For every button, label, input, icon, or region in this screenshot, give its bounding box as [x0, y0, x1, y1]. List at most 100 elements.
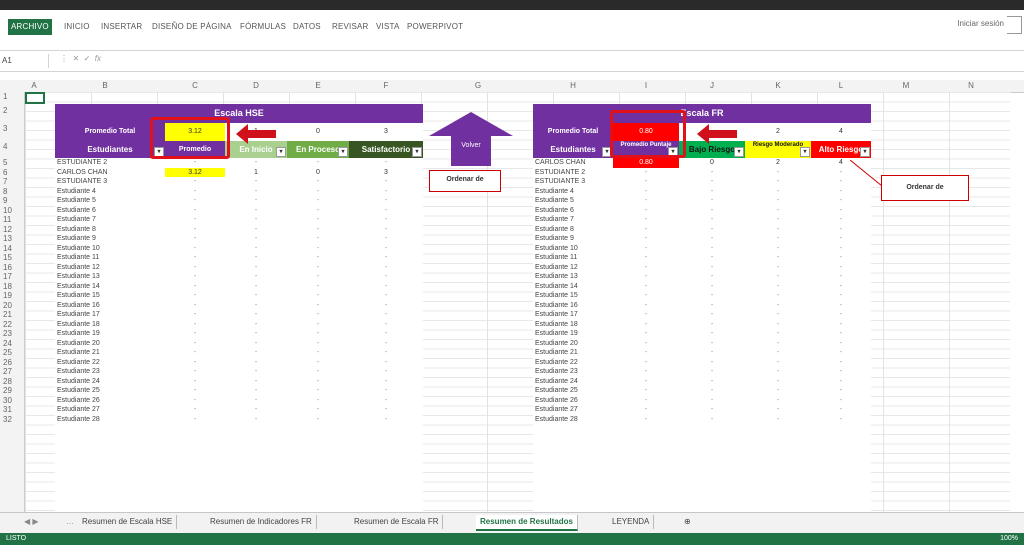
table-cell[interactable]: - [287, 177, 349, 187]
table-cell[interactable]: - [349, 263, 423, 273]
table-cell[interactable]: - [165, 272, 225, 282]
table-cell[interactable]: - [165, 206, 225, 216]
table-cell[interactable]: - [811, 329, 871, 339]
table-cell[interactable]: - [811, 405, 871, 415]
table-cell[interactable]: - [745, 358, 811, 368]
sheet-tab[interactable]: LEYENDA [608, 515, 655, 529]
table-row[interactable]: Estudiante 15- - - - [55, 291, 423, 301]
table-cell[interactable]: - [613, 348, 679, 358]
table-cell[interactable]: - [225, 405, 287, 415]
table-cell[interactable]: - [225, 291, 287, 301]
row-header[interactable]: 2 [0, 106, 27, 115]
table-cell[interactable]: - [613, 272, 679, 282]
table-row[interactable]: CARLOS CHAN 0 2 4 [533, 158, 871, 168]
table-cell[interactable]: - [679, 377, 745, 387]
sheet-tab[interactable]: Resumen de Escala FR [350, 515, 444, 529]
table-row[interactable]: Estudiante 26- - - - [55, 396, 423, 406]
table-cell[interactable]: - [613, 358, 679, 368]
table-cell[interactable]: - [287, 386, 349, 396]
table-row[interactable]: Estudiante 12- - - - [533, 263, 871, 273]
row-header[interactable]: 11 [0, 215, 27, 224]
table-cell[interactable]: - [165, 187, 225, 197]
table-row[interactable]: Estudiante 18- - - - [533, 320, 871, 330]
table-cell[interactable]: - [679, 301, 745, 311]
table-cell[interactable]: - [679, 310, 745, 320]
table-cell[interactable]: - [811, 234, 871, 244]
table-cell[interactable]: - [679, 348, 745, 358]
table-cell[interactable]: - [613, 396, 679, 406]
table-cell[interactable]: - [811, 415, 871, 425]
table-cell[interactable]: - [225, 415, 287, 425]
table-row[interactable]: Estudiante 9---- [533, 234, 871, 244]
table-cell[interactable]: - [745, 168, 811, 178]
table-cell[interactable]: - [613, 177, 679, 187]
table-row[interactable]: Estudiante 23- - - - [55, 367, 423, 377]
table-cell[interactable]: - [165, 215, 225, 225]
tab-inicio[interactable]: INICIO [64, 19, 90, 35]
table-cell[interactable]: - [811, 196, 871, 206]
table-cell[interactable]: - [349, 177, 423, 187]
table-row[interactable]: Estudiante 12- - - - [55, 263, 423, 273]
table-cell[interactable]: - [287, 263, 349, 273]
table-cell[interactable]: - [165, 348, 225, 358]
row-header[interactable]: 17 [0, 272, 27, 281]
tab-datos[interactable]: DATOS [293, 19, 321, 35]
table-cell[interactable]: - [287, 348, 349, 358]
table-cell[interactable]: - [165, 291, 225, 301]
tab-vista[interactable]: VISTA [376, 19, 400, 35]
table-cell[interactable]: - [225, 206, 287, 216]
table-cell[interactable]: - [745, 177, 811, 187]
table-cell[interactable]: - [349, 158, 423, 168]
signin-link[interactable]: Iniciar sesión [957, 19, 1004, 28]
table-cell[interactable]: - [745, 348, 811, 358]
table-cell[interactable]: - [745, 263, 811, 273]
table-cell[interactable]: - [225, 329, 287, 339]
table-cell[interactable]: - [349, 187, 423, 197]
hse-count-satisfactorio[interactable]: 3 [349, 123, 423, 141]
row-header[interactable]: 23 [0, 329, 27, 338]
table-row[interactable]: Estudiante 14- - - - [55, 282, 423, 292]
table-row[interactable]: CARLOS CHAN 3.12 1 0 3 [55, 167, 423, 177]
table-row[interactable]: Estudiante 7---- [55, 215, 423, 225]
table-cell[interactable]: - [613, 206, 679, 216]
table-cell[interactable]: - [349, 244, 423, 254]
table-row[interactable]: Estudiante 9---- [55, 234, 423, 244]
table-cell[interactable]: - [811, 253, 871, 263]
table-cell[interactable]: - [349, 405, 423, 415]
table-cell[interactable]: - [349, 310, 423, 320]
ordenar-note-left[interactable]: Ordenar de [429, 170, 501, 192]
table-cell[interactable]: - [745, 196, 811, 206]
table-row[interactable]: Estudiante 17- - - - [55, 310, 423, 320]
table-cell[interactable]: - [679, 177, 745, 187]
table-cell[interactable]: - [811, 367, 871, 377]
table-row[interactable]: Estudiante 8---- [533, 225, 871, 235]
table-row[interactable]: Estudiante 19- - - - [55, 329, 423, 339]
table-cell[interactable]: - [613, 291, 679, 301]
row-header[interactable]: 6 [0, 168, 27, 177]
table-cell[interactable]: - [811, 301, 871, 311]
table-row[interactable]: Estudiante 11- - - - [55, 253, 423, 263]
table-cell[interactable]: - [165, 329, 225, 339]
table-row[interactable]: Estudiante 21- - - - [55, 348, 423, 358]
table-cell[interactable]: - [679, 282, 745, 292]
table-row[interactable]: Estudiante 22- - - - [533, 358, 871, 368]
table-cell[interactable]: - [287, 301, 349, 311]
table-cell[interactable]: - [349, 225, 423, 235]
table-cell[interactable]: - [287, 234, 349, 244]
table-cell[interactable]: - [745, 187, 811, 197]
table-row[interactable]: Estudiante 24- - - - [533, 377, 871, 387]
table-cell[interactable]: - [349, 415, 423, 425]
table-cell[interactable]: - [811, 263, 871, 273]
table-cell[interactable]: - [287, 291, 349, 301]
table-cell[interactable]: - [349, 282, 423, 292]
hse-header-satisfactorio[interactable]: Satisfactorio ▾ [349, 141, 423, 158]
table-cell[interactable]: - [811, 320, 871, 330]
row-header[interactable]: 5 [0, 158, 27, 167]
table-cell[interactable]: - [349, 339, 423, 349]
table-cell[interactable]: - [613, 225, 679, 235]
hse-count-proceso[interactable]: 0 [287, 123, 349, 141]
table-row[interactable]: Estudiante 14- - - - [533, 282, 871, 292]
table-cell[interactable]: - [165, 301, 225, 311]
table-cell[interactable]: - [745, 377, 811, 387]
table-cell[interactable]: - [679, 405, 745, 415]
